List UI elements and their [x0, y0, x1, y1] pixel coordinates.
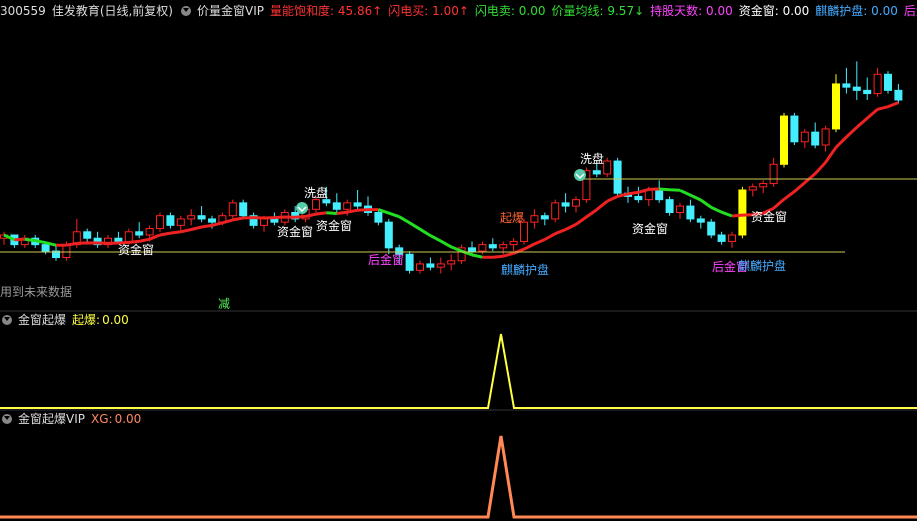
- candle[interactable]: [260, 218, 268, 226]
- wash-label: 洗盘: [304, 185, 328, 200]
- candle[interactable]: [738, 189, 747, 236]
- after-window-label: 后金窗: [368, 252, 404, 267]
- candle[interactable]: [468, 247, 476, 252]
- candle[interactable]: [717, 234, 726, 242]
- candle[interactable]: [124, 231, 133, 242]
- wash-marker: [574, 169, 586, 181]
- candle[interactable]: [187, 215, 196, 220]
- candle[interactable]: [332, 202, 341, 210]
- candle[interactable]: [416, 263, 424, 271]
- fund-window-label: 资金窗: [751, 209, 787, 224]
- candle[interactable]: [748, 186, 757, 191]
- candle[interactable]: [166, 215, 175, 226]
- candle[interactable]: [83, 231, 92, 239]
- candle[interactable]: [613, 160, 622, 194]
- candle[interactable]: [696, 218, 705, 223]
- qibao-label: 起爆: [500, 211, 524, 225]
- candle[interactable]: [228, 202, 237, 217]
- panel2-signal-line: [0, 333, 917, 409]
- panel3-signal-line: [0, 435, 917, 519]
- candle[interactable]: [572, 199, 580, 207]
- candle[interactable]: [655, 189, 664, 201]
- candle[interactable]: [800, 131, 809, 143]
- candle[interactable]: [530, 215, 539, 223]
- candle[interactable]: [135, 231, 144, 236]
- candle[interactable]: [832, 83, 840, 130]
- candle[interactable]: [873, 73, 882, 95]
- candle[interactable]: [270, 218, 279, 223]
- candle[interactable]: [447, 260, 456, 265]
- candle[interactable]: [821, 128, 830, 146]
- candle[interactable]: [353, 202, 362, 207]
- candle[interactable]: [41, 244, 50, 252]
- fund-window-label: 资金窗: [632, 221, 668, 236]
- fund-window-label: 资金窗: [118, 242, 154, 257]
- candle[interactable]: [197, 215, 206, 220]
- fund-window-label: 资金窗: [277, 224, 313, 239]
- candle[interactable]: [208, 218, 216, 223]
- candle[interactable]: [312, 199, 320, 210]
- candle[interactable]: [551, 202, 560, 220]
- qilin-label: 麒麟护盘: [738, 258, 786, 273]
- candle[interactable]: [561, 202, 570, 207]
- candle[interactable]: [707, 221, 716, 236]
- candle[interactable]: [780, 115, 788, 165]
- fund-window-label: 资金窗: [316, 218, 352, 233]
- price-chart[interactable]: 洗盘 洗盘 资金窗 资金窗 资金窗 资金窗 资金窗 起爆 后金窗 后金窗 麒麟护…: [0, 0, 917, 521]
- wash-label: 洗盘: [580, 151, 604, 166]
- candle[interactable]: [478, 244, 487, 252]
- reduce-label: 减: [218, 297, 230, 311]
- candle[interactable]: [884, 73, 892, 91]
- candle[interactable]: [322, 199, 331, 204]
- candle[interactable]: [374, 212, 383, 223]
- candle[interactable]: [728, 234, 736, 242]
- wash-marker: [296, 202, 308, 214]
- candle[interactable]: [520, 221, 528, 242]
- candle[interactable]: [759, 183, 768, 188]
- candle[interactable]: [842, 83, 851, 88]
- qilin-label: 麒麟护盘: [501, 262, 549, 277]
- candle[interactable]: [686, 205, 695, 220]
- candle[interactable]: [239, 202, 248, 217]
- candle[interactable]: [634, 195, 643, 201]
- candle[interactable]: [603, 160, 612, 175]
- candle[interactable]: [852, 86, 861, 91]
- candle[interactable]: [426, 263, 435, 268]
- candle[interactable]: [499, 244, 508, 249]
- candle[interactable]: [540, 215, 549, 220]
- candle[interactable]: [665, 199, 674, 213]
- candle[interactable]: [114, 237, 123, 242]
- candle[interactable]: [176, 218, 185, 226]
- candle[interactable]: [436, 263, 445, 268]
- candle[interactable]: [384, 221, 393, 249]
- candle[interactable]: [790, 115, 799, 143]
- candle[interactable]: [343, 202, 352, 210]
- candle[interactable]: [676, 205, 684, 213]
- candle[interactable]: [145, 228, 154, 236]
- candle[interactable]: [488, 244, 497, 249]
- candle[interactable]: [811, 131, 820, 146]
- candle[interactable]: [509, 240, 518, 246]
- candle[interactable]: [156, 215, 164, 230]
- candle[interactable]: [894, 89, 903, 101]
- candle[interactable]: [592, 170, 601, 175]
- candle[interactable]: [769, 163, 778, 185]
- candle[interactable]: [863, 89, 872, 95]
- candle[interactable]: [405, 253, 414, 271]
